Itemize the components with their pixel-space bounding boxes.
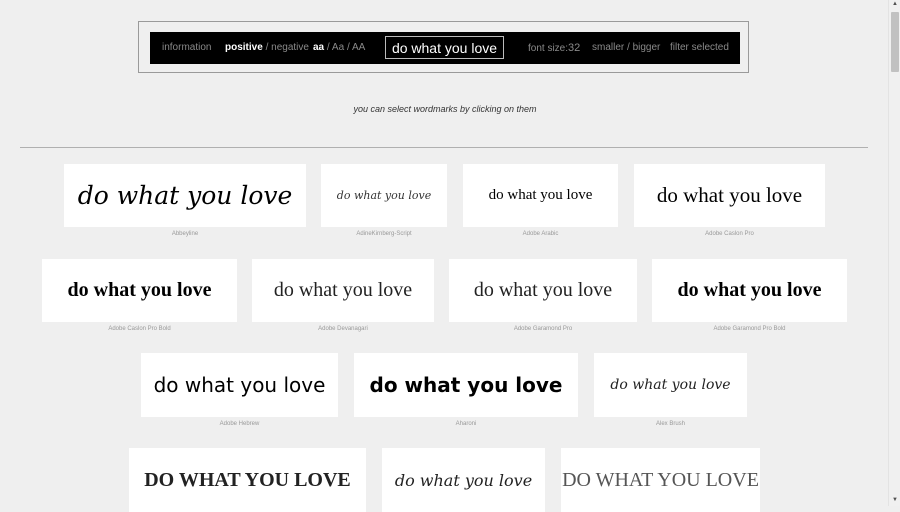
- wordmark-sample: do what you love: [488, 187, 593, 203]
- wordmark-sample: do what you love: [77, 181, 293, 210]
- positive-option[interactable]: positive: [225, 42, 263, 53]
- case-lower-option[interactable]: aa: [313, 42, 324, 53]
- font-name: Adobe Arabic: [522, 231, 559, 237]
- wordmark-sample: do what you love: [67, 279, 212, 301]
- font-size-value: 32: [568, 42, 581, 54]
- wordmark-tile[interactable]: do what you love: [64, 164, 306, 227]
- wordmark-sample: DO WHAT YOU LOVE: [562, 468, 759, 491]
- case-upper-option[interactable]: AA: [352, 42, 365, 53]
- wordmark-sample: do what you love: [394, 470, 533, 490]
- wordmark-sample: DO WHAT YOU LOVE: [144, 468, 351, 491]
- color-mode-group: positive / negative: [225, 42, 309, 53]
- font-name: Adobe Caslon Pro: [705, 231, 754, 237]
- font-size-display: font size:32: [528, 42, 580, 54]
- selection-hint: you can select wordmarks by clicking on …: [353, 104, 537, 114]
- preview-text-input[interactable]: [385, 36, 504, 59]
- wordmark-tile[interactable]: do what you love: [321, 164, 447, 227]
- wordmark-sample: do what you love: [369, 373, 563, 397]
- wordmark-tile[interactable]: do what you love: [42, 259, 237, 322]
- divider: [20, 147, 868, 148]
- information-label[interactable]: information: [162, 42, 211, 53]
- wordmark-sample: do what you love: [473, 279, 613, 301]
- font-name: Alex Brush: [655, 421, 685, 427]
- case-group: aa / Aa / AA: [313, 42, 365, 53]
- wordmark-tile[interactable]: do what you love: [141, 353, 338, 417]
- vertical-scrollbar[interactable]: ▲ ▼: [888, 0, 900, 506]
- negative-option[interactable]: negative: [271, 42, 309, 53]
- wordmark-sample: do what you love: [610, 377, 731, 393]
- filter-selected-label[interactable]: filter selected: [670, 42, 729, 53]
- scroll-down-icon[interactable]: ▼: [890, 496, 900, 505]
- separator: /: [326, 42, 330, 53]
- wordmark-sample: do what you love: [656, 183, 803, 207]
- toolbar-frame: information positive / negative aa / Aa …: [138, 21, 749, 73]
- wordmark-tile[interactable]: do what you love: [449, 259, 637, 322]
- size-group: smaller / bigger: [592, 42, 660, 53]
- wordmark-tile[interactable]: do what you love: [594, 353, 747, 417]
- wordmark-tile[interactable]: do what you love: [634, 164, 825, 227]
- separator: /: [346, 42, 350, 53]
- case-title-option[interactable]: Aa: [332, 42, 344, 53]
- wordmark-tile[interactable]: DO WHAT YOU LOVE: [561, 448, 760, 512]
- font-name: Aharoni: [455, 421, 477, 427]
- font-size-label: font size:: [528, 43, 569, 54]
- filter-selected-button[interactable]: filter selected: [670, 42, 729, 53]
- wordmark-tile[interactable]: do what you love: [652, 259, 847, 322]
- font-name: Adobe Garamond Pro Bold: [713, 326, 786, 332]
- wordmark-sample: do what you love: [336, 189, 432, 202]
- font-name: Abbeyline: [171, 231, 199, 237]
- font-name: Adobe Devanagari: [318, 326, 368, 332]
- information-link[interactable]: information: [162, 42, 211, 53]
- font-name: Adobe Caslon Pro Bold: [108, 326, 171, 332]
- bigger-button[interactable]: bigger: [633, 42, 661, 53]
- wordmark-tile[interactable]: do what you love: [252, 259, 434, 322]
- wordmark-tile[interactable]: do what you love: [382, 448, 545, 512]
- wordmark-sample: do what you love: [273, 279, 413, 301]
- toolbar: information positive / negative aa / Aa …: [150, 32, 740, 64]
- font-name: AdineKirnberg-Script: [356, 231, 412, 237]
- wordmark-sample: do what you love: [153, 373, 326, 397]
- font-name: Adobe Garamond Pro: [513, 326, 573, 332]
- wordmark-tile[interactable]: do what you love: [463, 164, 618, 227]
- wordmark-tile[interactable]: do what you love: [354, 353, 578, 417]
- smaller-button[interactable]: smaller: [592, 42, 624, 53]
- wordmark-tile[interactable]: DO WHAT YOU LOVE: [129, 448, 366, 512]
- wordmark-sample: do what you love: [677, 279, 822, 301]
- separator: /: [627, 42, 630, 53]
- scroll-up-icon[interactable]: ▲: [890, 0, 900, 9]
- font-name: Adobe Hebrew: [219, 421, 260, 427]
- scroll-thumb[interactable]: [891, 12, 899, 72]
- separator: /: [265, 42, 269, 53]
